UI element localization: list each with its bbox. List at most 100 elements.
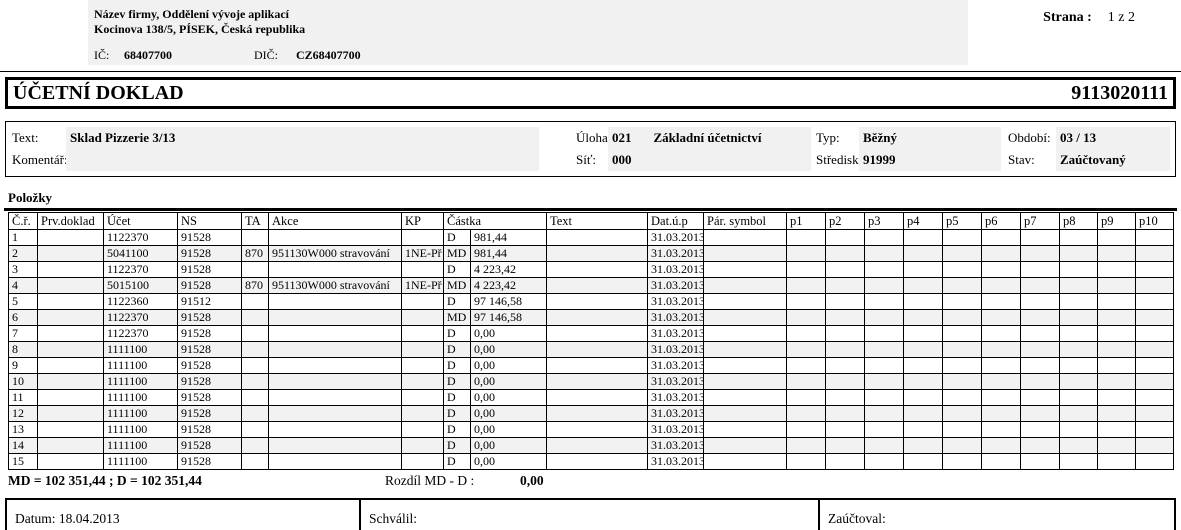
cell-p10 — [1135, 293, 1174, 310]
cell-cr: 7 — [8, 325, 38, 342]
stav-value: Zaúčtovaný — [1056, 149, 1170, 171]
cell-datup: 31.03.2013 — [647, 245, 704, 262]
sit-value: 000 — [608, 149, 811, 171]
cell-p10 — [1135, 357, 1174, 374]
cell-p8 — [1059, 421, 1098, 438]
cell-par — [703, 261, 787, 278]
typ-value: Běžný — [859, 127, 1001, 149]
cell-ns: 91528 — [177, 373, 242, 390]
cell-p6 — [981, 341, 1021, 358]
cell-p8 — [1059, 229, 1098, 246]
cell-p10 — [1135, 405, 1174, 422]
cell-ucet: 1111100 — [103, 341, 178, 358]
cell-prv — [37, 245, 104, 262]
cell-p4 — [903, 245, 943, 262]
cell-text — [546, 293, 648, 310]
cell-ns: 91528 — [177, 277, 242, 294]
cell-p5 — [942, 309, 982, 326]
cell-p6 — [981, 437, 1021, 454]
cell-kp — [401, 309, 444, 326]
table-row: 13 1111100 91528 D 0,00 31.03.2013 — [8, 421, 1174, 438]
cell-par — [703, 229, 787, 246]
cell-p1 — [786, 357, 826, 374]
table-row: 8 1111100 91528 D 0,00 31.03.2013 — [8, 341, 1174, 358]
cell-kp — [401, 373, 444, 390]
col-header-p8: p8 — [1059, 212, 1098, 230]
cell-p3 — [864, 245, 904, 262]
cell-par — [703, 309, 787, 326]
cell-ucet: 1122370 — [103, 309, 178, 326]
cell-akce — [268, 357, 402, 374]
cell-p3 — [864, 373, 904, 390]
cell-p10 — [1135, 325, 1174, 342]
cell-castka: 0,00 — [470, 421, 547, 438]
cell-prv — [37, 341, 104, 358]
cell-p2 — [825, 373, 865, 390]
cell-p6 — [981, 421, 1021, 438]
cell-p3 — [864, 357, 904, 374]
cell-p1 — [786, 277, 826, 294]
cell-kp — [401, 437, 444, 454]
cell-ta — [241, 421, 269, 438]
table-row: 6 1122370 91528 MD 97 146,58 31.03.2013 — [8, 309, 1174, 326]
cell-side: MD — [443, 309, 471, 326]
cell-p8 — [1059, 341, 1098, 358]
cell-castka: 0,00 — [470, 389, 547, 406]
cell-kp — [401, 405, 444, 422]
cell-cr: 11 — [8, 389, 38, 406]
cell-akce — [268, 437, 402, 454]
cell-p1 — [786, 373, 826, 390]
cell-ta — [241, 229, 269, 246]
cell-prv — [37, 405, 104, 422]
cell-par — [703, 277, 787, 294]
cell-cr: 12 — [8, 405, 38, 422]
cell-cr: 3 — [8, 261, 38, 278]
uloha-name: Základní účetnictví — [653, 130, 762, 145]
cell-p4 — [903, 389, 943, 406]
cell-p5 — [942, 437, 982, 454]
cell-castka: 981,44 — [470, 229, 547, 246]
cell-kp — [401, 357, 444, 374]
cell-p2 — [825, 453, 865, 470]
cell-p5 — [942, 261, 982, 278]
cell-p2 — [825, 245, 865, 262]
cell-kp: 1NE-Př — [401, 245, 444, 262]
cell-p7 — [1020, 341, 1060, 358]
cell-cr: 9 — [8, 357, 38, 374]
cell-p9 — [1097, 421, 1136, 438]
col-header-p5: p5 — [942, 212, 982, 230]
col-header-text: Text — [546, 212, 648, 230]
cell-ta — [241, 437, 269, 454]
cell-p5 — [942, 293, 982, 310]
cell-p4 — [903, 261, 943, 278]
cell-p9 — [1097, 229, 1136, 246]
cell-p2 — [825, 229, 865, 246]
sit-label: Síť: — [576, 152, 597, 167]
cell-p6 — [981, 229, 1021, 246]
cell-ta — [241, 309, 269, 326]
cell-p3 — [864, 341, 904, 358]
cell-p9 — [1097, 277, 1136, 294]
cell-p4 — [903, 405, 943, 422]
cell-prv — [37, 373, 104, 390]
cell-ucet: 1111100 — [103, 405, 178, 422]
cell-p8 — [1059, 405, 1098, 422]
cell-p7 — [1020, 453, 1060, 470]
items-tbody: 1 1122370 91528 D 981,44 31.03.2013 2 5041100 91… — [8, 229, 1174, 470]
cell-p2 — [825, 405, 865, 422]
table-row: 2 5041100 91528 870 951130W000 stravování 1NE… — [8, 245, 1174, 262]
cell-kp — [401, 325, 444, 342]
cell-p6 — [981, 325, 1021, 342]
ic-value: 68407700 — [124, 48, 172, 62]
typ-label: Typ: — [816, 130, 840, 145]
table-row: 9 1111100 91528 D 0,00 31.03.2013 — [8, 357, 1174, 374]
col-header-p2: p2 — [825, 212, 865, 230]
cell-p1 — [786, 309, 826, 326]
cell-datup: 31.03.2013 — [647, 453, 704, 470]
cell-p3 — [864, 229, 904, 246]
cell-p2 — [825, 389, 865, 406]
cell-p10 — [1135, 373, 1174, 390]
cell-datup: 31.03.2013 — [647, 357, 704, 374]
cell-ta — [241, 389, 269, 406]
cell-p1 — [786, 405, 826, 422]
